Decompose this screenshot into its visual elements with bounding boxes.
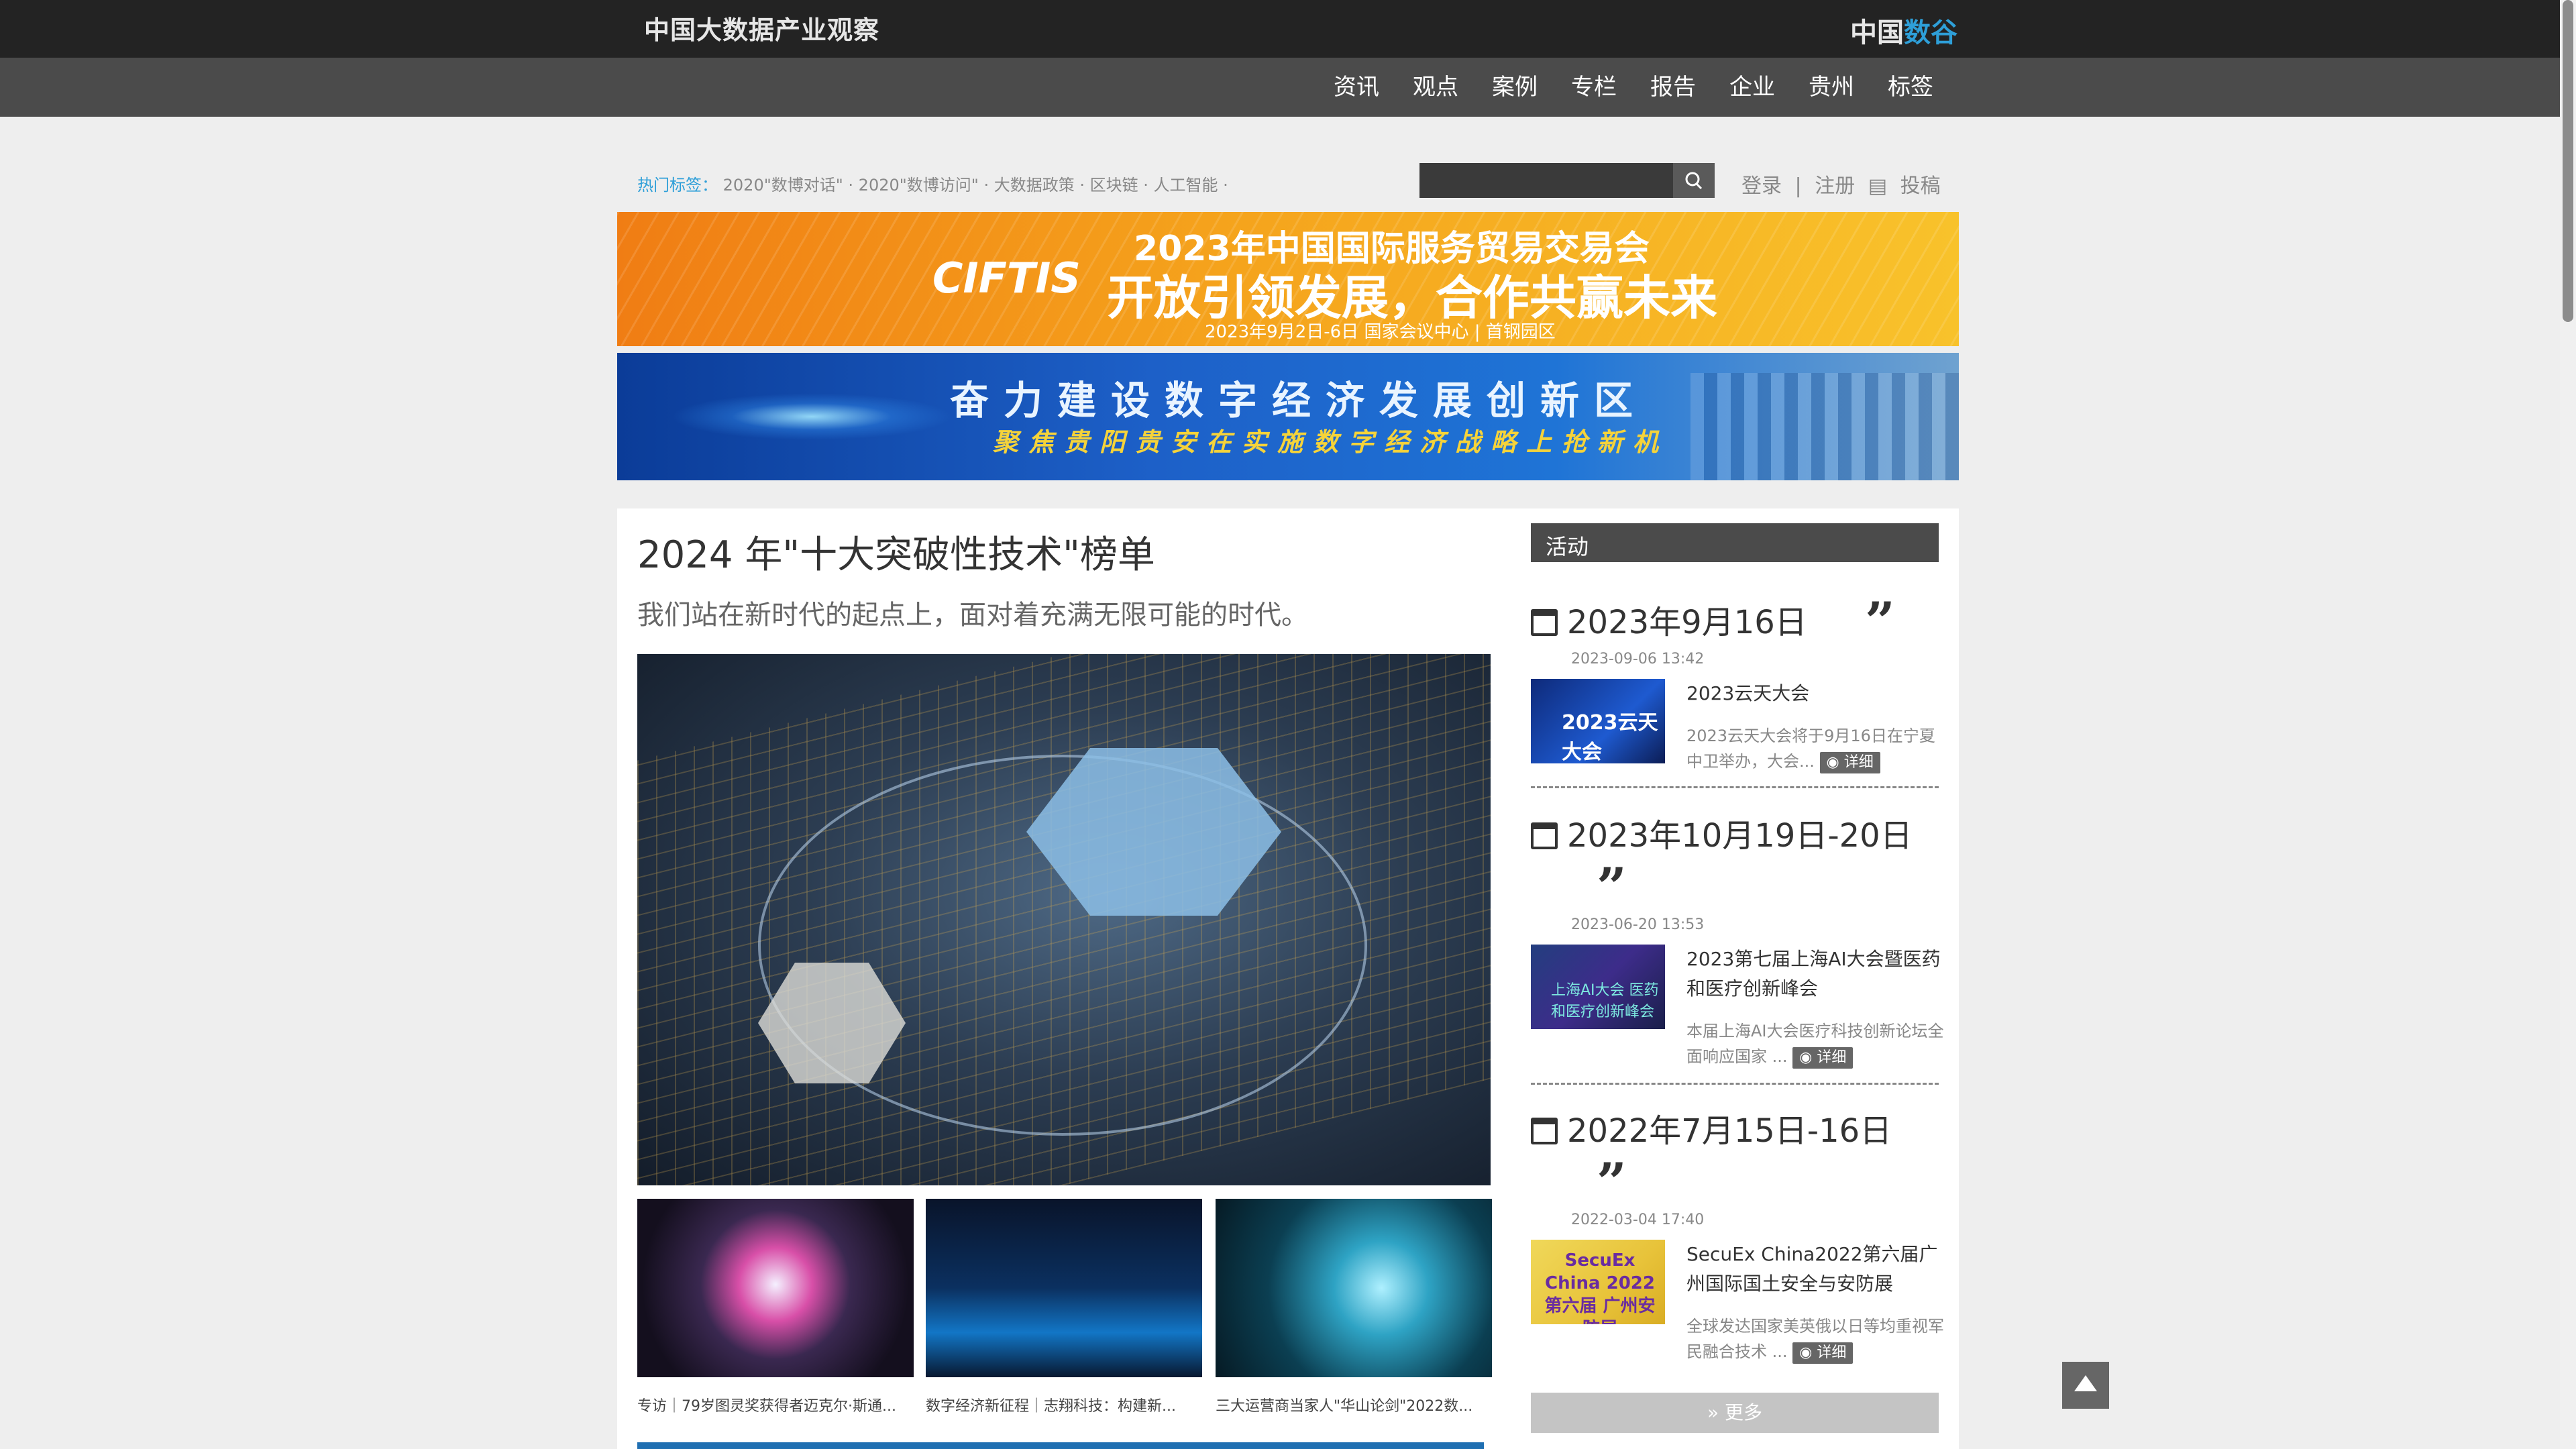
banner-digital-title: 奋力建设数字经济发展创新区 xyxy=(950,378,1648,423)
search-input[interactable] xyxy=(1419,163,1673,198)
ciftis-logo: CIFTIS xyxy=(932,254,1081,303)
detail-button[interactable]: ◉ 详细 xyxy=(1792,1342,1854,1364)
nav-item-guizhou[interactable]: 贵州 xyxy=(1809,58,1854,117)
event-divider xyxy=(1531,1083,1939,1085)
site-title[interactable]: 中国大数据产业观察 xyxy=(644,9,879,46)
thumb-image-1[interactable] xyxy=(637,1199,914,1377)
event-image-text: 上海AI大会 医药和医疗创新峰会 xyxy=(1551,982,1659,1020)
hot-tags-label: 热门标签： xyxy=(637,176,718,195)
article-title[interactable]: 2024 年"十大突破性技术"榜单 xyxy=(637,525,1155,579)
search-button[interactable] xyxy=(1673,163,1715,198)
event-description: 2023云天大会将于9月16日在宁夏中卫举办，大会... ◉ 详细 xyxy=(1686,723,1948,774)
thumb-caption-3[interactable]: 三大运营商当家人"华山论剑"2022数... xyxy=(1216,1394,1492,1415)
quote-icon: ” xyxy=(1865,591,1895,652)
nav-item-reports[interactable]: 报告 xyxy=(1650,58,1696,117)
nav-item-companies[interactable]: 企业 xyxy=(1729,58,1775,117)
event-image[interactable]: SecuEx China 2022第六届 广州安防展 xyxy=(1531,1240,1665,1324)
submit-label: 投稿 xyxy=(1900,174,1941,198)
event-image-text: 2023云天大会 xyxy=(1562,711,1658,763)
auth-links: 登录 | 注册 ▤ 投稿 xyxy=(1741,169,1954,199)
calendar-icon xyxy=(1531,822,1558,849)
eye-icon: ◉ xyxy=(1799,1049,1813,1066)
event-date-text: 2023年10月19日-20日 xyxy=(1567,817,1913,855)
event-description: 本届上海AI大会医疗科技创新论坛全面响应国家 ... ◉ 详细 xyxy=(1686,1018,1948,1069)
event-date-text: 2023年9月16日 xyxy=(1567,604,1807,641)
submit-link[interactable]: ▤ 投稿 xyxy=(1868,174,1947,198)
eye-icon: ◉ xyxy=(1799,1344,1813,1361)
nav-item-cases[interactable]: 案例 xyxy=(1492,58,1538,117)
next-section-bar xyxy=(637,1442,1484,1449)
eye-icon: ◉ xyxy=(1826,754,1839,771)
logo-accent: 数谷 xyxy=(1904,17,1957,48)
hero-image[interactable] xyxy=(637,654,1491,1185)
thumb-image-3[interactable] xyxy=(1216,1199,1492,1377)
thumb-caption-1[interactable]: 专访｜79岁图灵奖获得者迈克尔·斯通... xyxy=(637,1394,914,1415)
event-time: 2022-03-04 17:40 xyxy=(1571,1212,1705,1228)
hot-tags: 热门标签： 2020"数博对话" · 2020"数博访问" · 大数据政策 · … xyxy=(637,172,1228,195)
detail-label: 详细 xyxy=(1817,1344,1847,1361)
banner-ciftis[interactable]: CIFTIS 2023年中国国际服务贸易交易会 开放引领发展，合作共赢未来 20… xyxy=(617,212,1959,346)
detail-label: 详细 xyxy=(1843,754,1874,771)
quote-icon: ” xyxy=(1597,857,1627,918)
auth-separator: | xyxy=(1794,174,1802,198)
logo-prefix: 中国 xyxy=(1850,17,1904,48)
login-link[interactable]: 登录 xyxy=(1741,174,1782,198)
nav-item-opinion[interactable]: 观点 xyxy=(1413,58,1458,117)
site-logo[interactable]: 中国数谷 xyxy=(1850,11,1957,50)
event-date: 2023年9月16日 xyxy=(1531,596,1807,643)
scrollbar-thumb[interactable] xyxy=(2563,0,2573,322)
banner-glow xyxy=(671,393,953,440)
event-description-text: 2023云天大会将于9月16日在宁夏中卫举办，大会... xyxy=(1686,727,1935,771)
calendar-icon xyxy=(1531,609,1558,636)
banner-buildings xyxy=(1690,373,1959,480)
page-scrollbar[interactable] xyxy=(2560,0,2576,1449)
event-image[interactable]: 上海AI大会 医药和医疗创新峰会 xyxy=(1531,945,1665,1029)
hot-tags-list[interactable]: 2020"数博对话" · 2020"数博访问" · 大数据政策 · 区块链 · … xyxy=(723,176,1228,195)
event-divider xyxy=(1531,786,1939,788)
event-image[interactable]: 2023云天大会 xyxy=(1531,679,1665,763)
detail-button[interactable]: ◉ 详细 xyxy=(1819,752,1880,773)
register-link[interactable]: 注册 xyxy=(1815,174,1855,198)
event-time: 2023-09-06 13:42 xyxy=(1571,651,1705,667)
detail-button[interactable]: ◉ 详细 xyxy=(1792,1047,1854,1069)
banner-ciftis-date: 2023年9月2日-6日 国家会议中心 | 首钢园区 xyxy=(1205,322,1556,342)
article-subtitle: 我们站在新时代的起点上，面对着充满无限可能的时代。 xyxy=(637,600,1308,631)
sidebar-title-text: 活动 xyxy=(1546,534,1589,559)
calendar-icon xyxy=(1531,1118,1558,1144)
event-title[interactable]: 2023云天大会 xyxy=(1686,679,1941,708)
quote-icon: ” xyxy=(1597,1152,1627,1213)
nav-item-news[interactable]: 资讯 xyxy=(1334,58,1379,117)
banner-digital-economy[interactable]: 奋力建设数字经济发展创新区 聚焦贵阳贵安在实施数字经济战略上抢新机 xyxy=(617,353,1959,480)
event-time: 2023-06-20 13:53 xyxy=(1571,916,1705,933)
event-date-text: 2022年7月15日-16日 xyxy=(1567,1112,1892,1150)
top-bar: 中国大数据产业观察 中国数谷 xyxy=(0,0,2576,58)
nav-item-tags[interactable]: 标签 xyxy=(1888,58,1933,117)
event-date: 2022年7月15日-16日 xyxy=(1531,1104,1892,1151)
more-button[interactable]: » 更多 xyxy=(1531,1393,1939,1433)
nav-item-columns[interactable]: 专栏 xyxy=(1571,58,1617,117)
event-description: 全球发达国家美英俄以日等均重视军民融合技术 ... ◉ 详细 xyxy=(1686,1313,1948,1364)
event-date: 2023年10月19日-20日 xyxy=(1531,809,1913,856)
sidebar-title: 活动 xyxy=(1531,523,1939,562)
thumb-caption-2[interactable]: 数字经济新征程｜志翔科技：构建新... xyxy=(926,1394,1202,1415)
document-icon: ▤ xyxy=(1868,174,1888,198)
event-title[interactable]: SecuEx China2022第六届广州国际国土安全与安防展 xyxy=(1686,1240,1941,1299)
event-image-text: SecuEx China 2022第六届 广州安防展 xyxy=(1544,1250,1656,1324)
main-nav: 资讯 观点 案例 专栏 报告 企业 贵州 标签 xyxy=(0,58,2576,117)
back-to-top-button[interactable] xyxy=(2062,1362,2109,1409)
thumb-image-2[interactable] xyxy=(926,1199,1202,1377)
event-title[interactable]: 2023第七届上海AI大会暨医药和医疗创新峰会 xyxy=(1686,945,1941,1004)
detail-label: 详细 xyxy=(1817,1049,1847,1066)
search-icon xyxy=(1685,172,1703,190)
banner-digital-subtitle: 聚焦贵阳贵安在实施数字经济战略上抢新机 xyxy=(993,427,1669,457)
